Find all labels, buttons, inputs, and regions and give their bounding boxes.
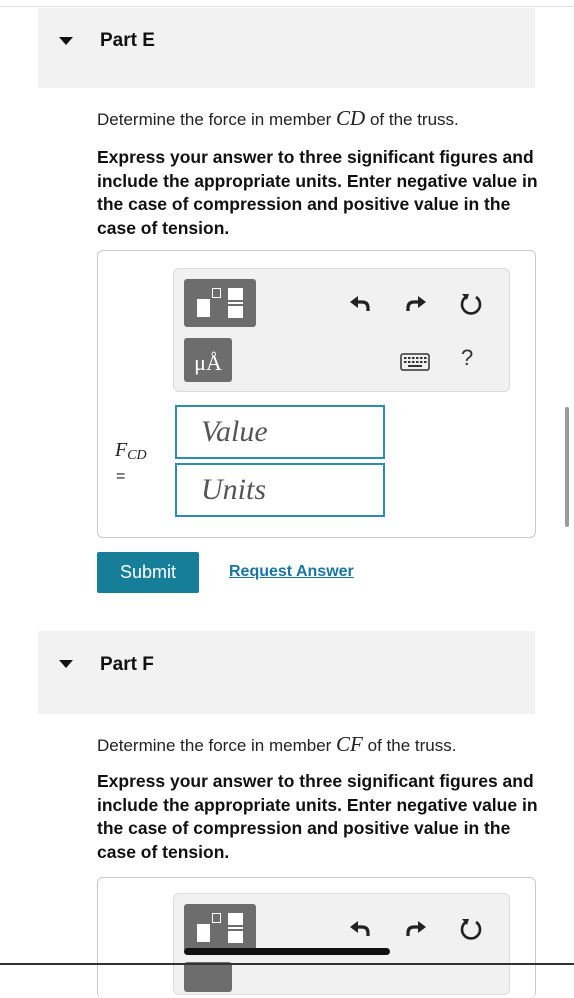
help-button[interactable]: ? xyxy=(461,345,473,371)
math-toolbar xyxy=(173,893,510,995)
template-icon xyxy=(197,299,210,317)
template-icon-part xyxy=(228,302,243,304)
part-f-prompt: Determine the force in member CF of the … xyxy=(97,732,456,757)
answer-box xyxy=(97,877,536,998)
member-name: CF xyxy=(336,732,363,756)
prompt-text: of the truss. xyxy=(365,110,459,129)
template-icon-part xyxy=(228,913,243,925)
part-e-instructions: Express your answer to three significant… xyxy=(97,147,538,238)
scrollbar[interactable] xyxy=(565,407,569,527)
math-toolbar: μÅ ? xyxy=(173,268,510,392)
units-button[interactable] xyxy=(184,962,232,992)
template-icon-part xyxy=(228,306,243,318)
part-e-title: Part E xyxy=(100,30,155,51)
variable-subscript: CD xyxy=(127,448,147,463)
prompt-text: Determine the force in member xyxy=(97,736,337,755)
undo-icon[interactable] xyxy=(346,914,374,942)
template-icon-part xyxy=(212,288,221,298)
template-icon-part xyxy=(228,288,243,300)
redo-icon[interactable] xyxy=(402,914,430,942)
template-icon xyxy=(197,924,210,942)
template-icon-part xyxy=(212,913,221,923)
caret-down-icon[interactable] xyxy=(59,660,73,668)
part-e-prompt: Determine the force in member CD of the … xyxy=(97,106,459,131)
units-input[interactable] xyxy=(175,463,385,517)
equals-sign: = xyxy=(116,468,126,485)
top-divider xyxy=(0,6,574,7)
reset-icon[interactable] xyxy=(457,914,485,942)
part-f-header[interactable]: Part F xyxy=(38,631,535,714)
value-input[interactable] xyxy=(175,405,385,459)
bottom-edge xyxy=(0,963,574,965)
submit-button[interactable]: Submit xyxy=(97,552,199,593)
reset-icon[interactable] xyxy=(457,289,485,317)
variable-label: FCD xyxy=(115,439,147,464)
member-name: CD xyxy=(336,106,366,130)
keyboard-icon[interactable] xyxy=(400,353,430,371)
answer-box: μÅ ? FCD = xyxy=(97,250,536,538)
template-button[interactable] xyxy=(184,279,256,327)
template-icon-part xyxy=(228,931,243,943)
prompt-text: of the truss. xyxy=(362,736,457,755)
prompt-text: Determine the force in member xyxy=(97,110,337,129)
undo-icon[interactable] xyxy=(346,289,374,317)
home-indicator[interactable] xyxy=(184,948,390,955)
template-icon-part xyxy=(228,927,243,929)
part-f-instructions: Express your answer to three significant… xyxy=(97,771,538,862)
caret-down-icon[interactable] xyxy=(59,37,73,45)
part-f-title: Part F xyxy=(100,654,154,675)
template-button[interactable] xyxy=(184,904,256,952)
units-button[interactable]: μÅ xyxy=(184,338,232,382)
part-e-header[interactable]: Part E xyxy=(38,8,535,88)
redo-icon[interactable] xyxy=(402,289,430,317)
variable-symbol: F xyxy=(115,439,128,461)
request-answer-link[interactable]: Request Answer xyxy=(229,563,354,581)
